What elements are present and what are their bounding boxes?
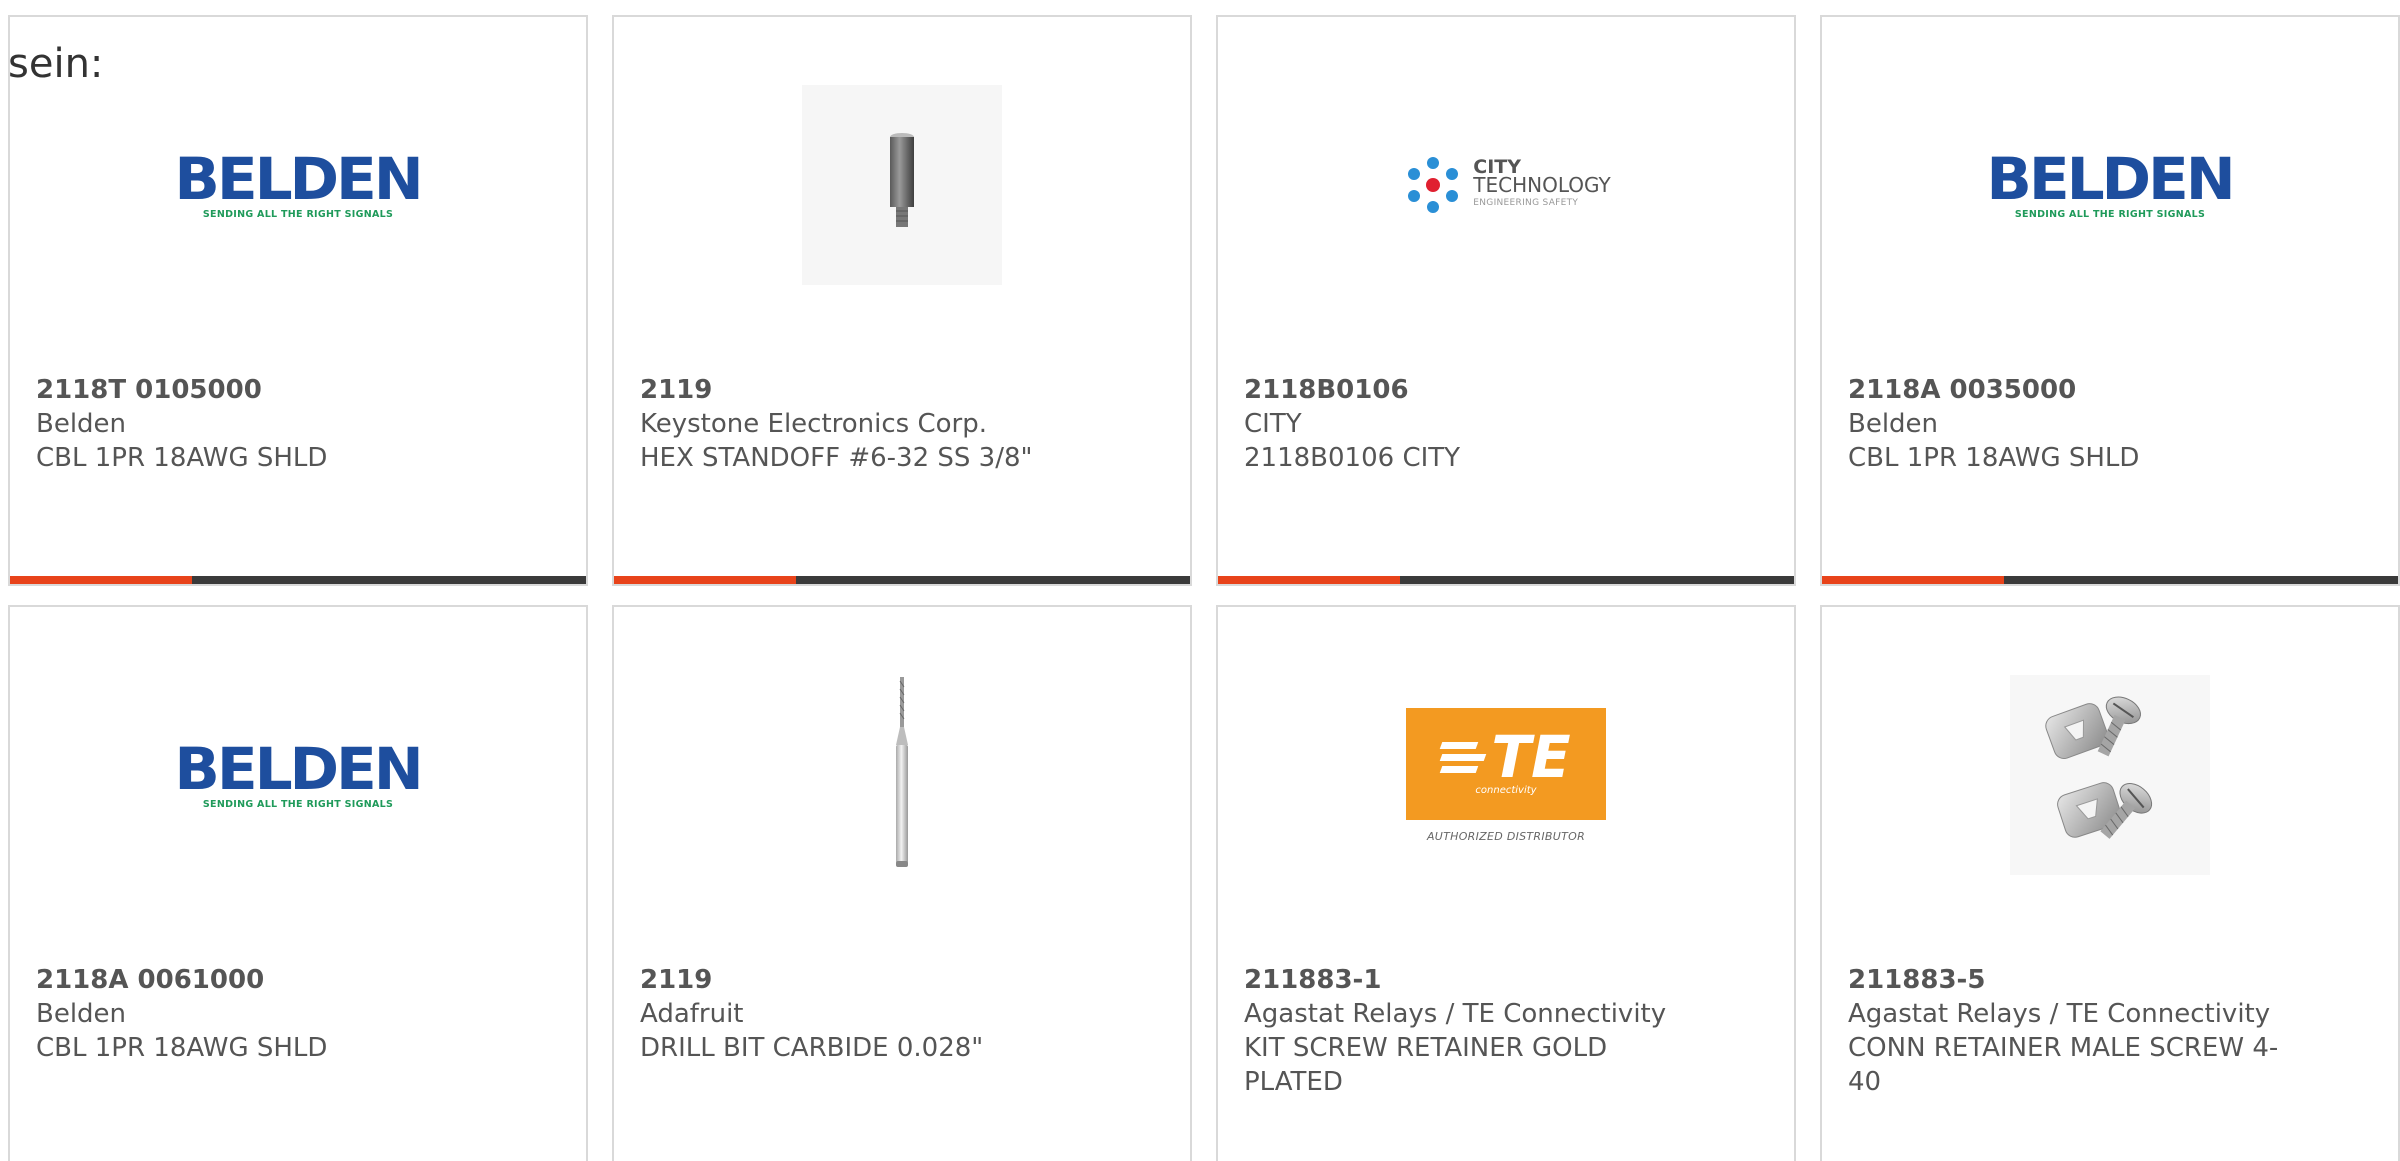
product-description: 2118B0106 CITY	[1244, 443, 1461, 473]
product-image: TE connectivity AUTHORIZED DISTRIBUTOR	[1406, 675, 1606, 875]
product-image	[802, 85, 1002, 285]
manufacturer-name: Belden	[1848, 409, 1939, 439]
part-number[interactable]: 2119	[640, 373, 1164, 407]
manufacturer-name: Agastat Relays / TE Connectivity	[1244, 999, 1667, 1029]
accent-bar	[10, 576, 192, 584]
product-image: BELDEN SENDING ALL THE RIGHT SIGNALS	[175, 675, 424, 875]
part-number[interactable]: 2118B0106	[1244, 373, 1768, 407]
manufacturer-name: Belden	[36, 409, 127, 439]
hex-standoff-photo	[802, 85, 1002, 285]
product-description: HEX STANDOFF #6-32 SS 3/8"	[640, 443, 1033, 473]
manufacturer-name: Belden	[36, 999, 127, 1029]
product-grid-page: sein: BELDEN SENDING ALL THE RIGHT SIGNA…	[0, 0, 2400, 1161]
drill-bit-photo	[802, 675, 1002, 875]
product-image	[2010, 675, 2210, 875]
belden-logo: BELDEN SENDING ALL THE RIGHT SIGNALS	[174, 734, 424, 810]
manufacturer-name: Agastat Relays / TE Connectivity	[1848, 999, 2271, 1029]
product-description: DRILL BIT CARBIDE 0.028"	[640, 1033, 984, 1063]
part-number[interactable]: 2118T 0105000	[36, 373, 560, 407]
accent-bar	[1822, 576, 2004, 584]
truncated-text-fragment: sein:	[8, 41, 104, 87]
screw-retainer-photo	[2010, 675, 2210, 875]
product-image: BELDEN SENDING ALL THE RIGHT SIGNALS	[175, 85, 424, 285]
product-card[interactable]: BELDEN SENDING ALL THE RIGHT SIGNALS 211…	[8, 15, 588, 586]
product-card[interactable]: CITY TECHNOLOGY ENGINEERING SAFETY 2118B…	[1216, 15, 1796, 586]
card-bottom-bar	[1218, 576, 1794, 584]
product-image: CITY TECHNOLOGY ENGINEERING SAFETY	[1406, 85, 1611, 285]
card-bottom-bar	[10, 576, 586, 584]
product-card[interactable]: 2119 Keystone Electronics Corp. HEX STAN…	[612, 15, 1192, 586]
manufacturer-name: Keystone Electronics Corp.	[640, 409, 988, 439]
belden-logo: BELDEN SENDING ALL THE RIGHT SIGNALS	[1986, 144, 2236, 220]
part-number[interactable]: 211883-5	[1848, 963, 2372, 997]
product-card[interactable]: TE connectivity AUTHORIZED DISTRIBUTOR 2…	[1216, 605, 1796, 1161]
te-connectivity-logo: TE connectivity AUTHORIZED DISTRIBUTOR	[1406, 707, 1606, 843]
part-number[interactable]: 2119	[640, 963, 1164, 997]
accent-bar	[1218, 576, 1400, 584]
product-description: CBL 1PR 18AWG SHLD	[1848, 443, 2140, 473]
card-bottom-bar	[614, 576, 1190, 584]
product-image	[802, 675, 1002, 875]
product-description: CBL 1PR 18AWG SHLD	[36, 443, 328, 473]
part-number[interactable]: 2118A 0035000	[1848, 373, 2372, 407]
product-card[interactable]: 2119 Adafruit DRILL BIT CARBIDE 0.028"	[612, 605, 1192, 1161]
product-image: BELDEN SENDING ALL THE RIGHT SIGNALS	[1987, 85, 2236, 285]
product-description: KIT SCREW RETAINER GOLD PLATED	[1244, 1033, 1608, 1097]
city-technology-logo: CITY TECHNOLOGY ENGINEERING SAFETY	[1401, 153, 1611, 217]
part-number[interactable]: 211883-1	[1244, 963, 1768, 997]
manufacturer-name: CITY	[1244, 409, 1302, 439]
city-technology-icon	[1408, 157, 1459, 213]
product-card[interactable]: BELDEN SENDING ALL THE RIGHT SIGNALS 211…	[1820, 15, 2400, 586]
accent-bar	[614, 576, 796, 584]
product-card[interactable]: 211883-5 Agastat Relays / TE Connectivit…	[1820, 605, 2400, 1161]
product-description: CBL 1PR 18AWG SHLD	[36, 1033, 328, 1063]
belden-logo: BELDEN SENDING ALL THE RIGHT SIGNALS	[174, 144, 424, 220]
product-description: CONN RETAINER MALE SCREW 4-40	[1848, 1033, 2279, 1097]
part-number[interactable]: 2118A 0061000	[36, 963, 560, 997]
card-bottom-bar	[1822, 576, 2398, 584]
product-card[interactable]: BELDEN SENDING ALL THE RIGHT SIGNALS 211…	[8, 605, 588, 1161]
te-stripes-icon	[1440, 737, 1487, 778]
manufacturer-name: Adafruit	[640, 999, 744, 1029]
